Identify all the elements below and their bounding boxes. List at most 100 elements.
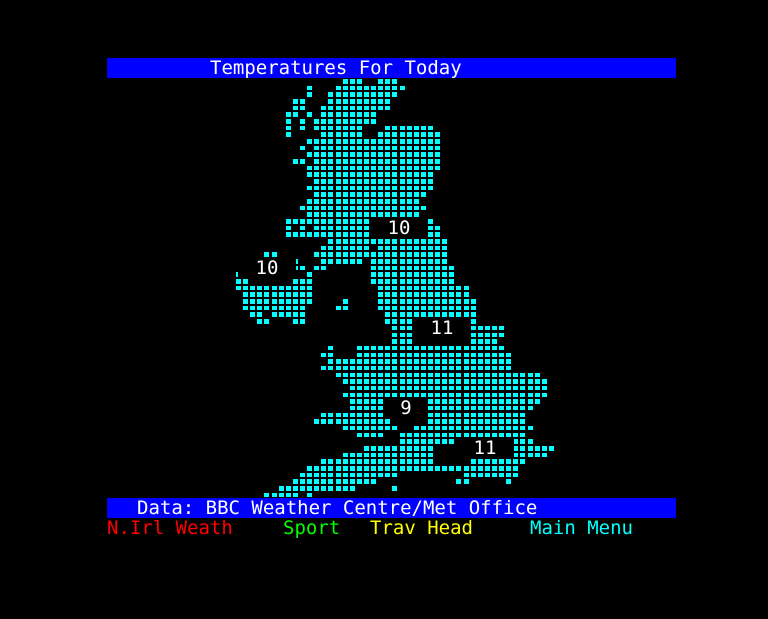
map-land-block [484, 365, 490, 371]
map-land-block [321, 205, 327, 211]
map-land-block [392, 239, 398, 244]
map-land-block [342, 79, 348, 84]
map-land-block [378, 199, 384, 204]
map-land-block [285, 225, 291, 231]
map-land-block [477, 325, 483, 331]
map-land-block [321, 252, 327, 258]
map-land-block [328, 472, 334, 478]
map-land-block [392, 365, 398, 371]
map-land-block [392, 132, 398, 138]
map-land-block [392, 385, 398, 391]
map-land-block [484, 325, 490, 331]
map-land-block [484, 405, 490, 411]
map-land-block [385, 179, 391, 184]
map-land-block [385, 365, 391, 371]
map-land-block [406, 265, 412, 271]
map-land-block [392, 312, 398, 318]
map-land-block [314, 225, 320, 231]
map-land-block [406, 179, 412, 184]
map-land-block [335, 212, 341, 218]
map-land-block [378, 472, 384, 478]
map-land-block [300, 99, 306, 104]
map-land-block [527, 445, 533, 451]
map-land-block [420, 205, 426, 211]
map-land-block [371, 405, 377, 411]
map-land-block [541, 452, 547, 458]
map-land-block [264, 319, 270, 324]
map-land-block [420, 172, 426, 178]
map-land-block [307, 299, 313, 304]
map-land-block [413, 272, 419, 278]
fastext-yellow-travel-headlines[interactable]: Trav Head [370, 518, 473, 538]
map-land-block [356, 159, 362, 164]
map-land-block [321, 365, 327, 371]
map-land-block [342, 299, 348, 304]
fastext-green-sport[interactable]: Sport [283, 518, 340, 538]
map-land-block [420, 379, 426, 384]
map-land-block [427, 345, 433, 351]
map-land-block [378, 159, 384, 164]
map-land-block [470, 345, 476, 351]
map-land-block [477, 339, 483, 344]
map-land-block [278, 292, 284, 298]
map-land-block [456, 285, 462, 291]
map-land-block [285, 119, 291, 124]
map-land-block [364, 225, 370, 231]
map-land-block [399, 432, 405, 438]
map-land-block [385, 279, 391, 284]
map-land-block [484, 352, 490, 358]
fastext-red-nirl-weather[interactable]: N.Irl Weath [107, 518, 233, 538]
map-land-block [413, 459, 419, 464]
map-land-block [435, 432, 441, 438]
map-land-block [378, 445, 384, 451]
map-land-block [300, 105, 306, 111]
map-land-block [399, 345, 405, 351]
map-land-block [300, 265, 306, 271]
map-land-block [250, 285, 256, 291]
map-land-block [499, 379, 505, 384]
map-land-block [385, 105, 391, 111]
map-land-block [335, 372, 341, 378]
map-land-block [356, 172, 362, 178]
map-land-block [427, 379, 433, 384]
map-land-block [349, 405, 355, 411]
map-land-block [470, 339, 476, 344]
map-land-block [399, 165, 405, 171]
map-land-block [335, 179, 341, 184]
map-land-block [392, 325, 398, 331]
map-land-block [307, 292, 313, 298]
map-land-block [392, 85, 398, 91]
map-land-block [399, 332, 405, 338]
map-land-block [427, 172, 433, 178]
map-land-block [378, 265, 384, 271]
map-land-block [541, 445, 547, 451]
map-land-block [477, 359, 483, 364]
map-land-block [534, 392, 540, 398]
map-land-block [314, 185, 320, 191]
map-land-block [349, 105, 355, 111]
map-land-block [328, 152, 334, 158]
map-land-block [378, 385, 384, 391]
map-land-block [427, 412, 433, 418]
map-land-block [406, 285, 412, 291]
map-land-block [335, 199, 341, 204]
map-land-block [392, 279, 398, 284]
map-land-block [406, 379, 412, 384]
map-land-block [413, 392, 419, 398]
map-land-block [300, 225, 306, 231]
map-land-block [328, 199, 334, 204]
map-land-block [449, 292, 455, 298]
map-land-block [264, 305, 270, 311]
map-land-block [285, 305, 291, 311]
map-land-block [364, 99, 370, 104]
map-land-block [243, 292, 249, 298]
map-land-block [392, 452, 398, 458]
map-land-block [271, 292, 277, 298]
map-land-block [456, 299, 462, 304]
fastext-cyan-main-menu[interactable]: Main Menu [530, 518, 633, 538]
map-land-block [392, 332, 398, 338]
map-land-block [307, 85, 313, 91]
map-land-block [427, 125, 433, 131]
map-land-block [413, 199, 419, 204]
map-land-block [406, 312, 412, 318]
